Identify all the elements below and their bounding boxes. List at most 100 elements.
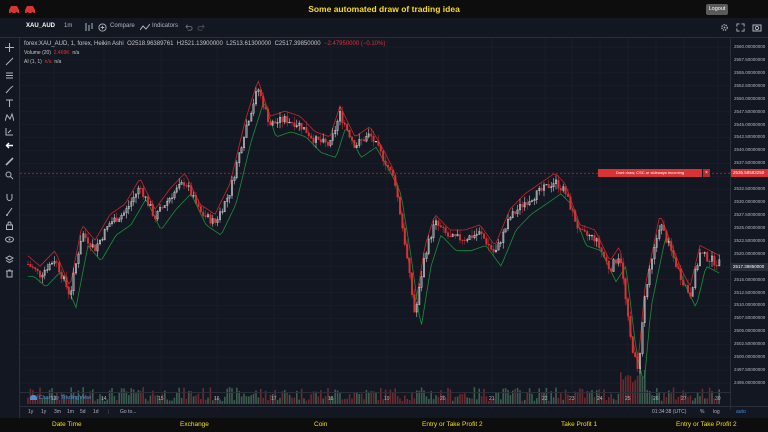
camera-icon[interactable] (752, 23, 762, 32)
bear-candle (634, 352, 637, 358)
bear-candle (603, 251, 606, 258)
range-button[interactable]: 1y (28, 409, 33, 415)
range-button[interactable]: 3m (54, 409, 61, 415)
stay-drawing-icon[interactable] (5, 207, 14, 216)
bear-candle (363, 139, 366, 142)
prediction-icon[interactable] (5, 127, 14, 136)
bear-candle (55, 261, 58, 263)
indicators-icon[interactable] (140, 23, 150, 32)
symbol-button[interactable]: XAU_AUD (26, 23, 55, 29)
price-axis[interactable]: 2560.00000000 2557.50000000 2555.00000000 2… (730, 38, 768, 410)
lock-icon[interactable] (5, 221, 14, 230)
brush-icon[interactable] (5, 85, 14, 94)
range-button[interactable]: 1d (93, 409, 99, 415)
compare-button[interactable]: Compare (110, 23, 135, 29)
text-icon[interactable] (5, 99, 14, 108)
series-title[interactable]: forex:XAU_AUD, 1, forex, Heikin Ashi (24, 41, 124, 47)
chart-legend: forex:XAU_AUD, 1, forex, Heikin Ashi O25… (24, 40, 385, 67)
range-button[interactable]: 1y (41, 409, 46, 415)
pattern-icon[interactable] (5, 113, 14, 122)
bear-candle (605, 256, 608, 262)
bear-candle (576, 221, 579, 229)
chart-style-icon[interactable] (84, 22, 94, 32)
volume-study-value: 2.469K (53, 50, 70, 56)
bear-candle (665, 230, 668, 243)
fib-icon[interactable] (5, 71, 14, 80)
bear-candle (327, 142, 330, 146)
bear-candle (264, 107, 267, 110)
bear-candle (442, 226, 445, 228)
settings-icon[interactable] (720, 23, 729, 32)
bear-candle (408, 257, 411, 274)
bear-candle (406, 244, 409, 259)
trash-icon[interactable] (5, 269, 14, 278)
trend-line-icon[interactable] (5, 57, 14, 66)
magnet-icon[interactable] (5, 193, 14, 202)
bear-candle (115, 217, 118, 222)
bear-candle (670, 241, 673, 251)
goto-date-button[interactable]: Go to... (120, 409, 136, 415)
time-tick-label: 17 (271, 396, 277, 402)
bear-candle (619, 258, 622, 264)
layers-icon[interactable] (5, 255, 14, 264)
indicators-button[interactable]: Indicators (152, 23, 178, 29)
bear-candle (312, 137, 315, 143)
bear-candle (389, 166, 392, 171)
bear-candle (151, 204, 154, 216)
compare-icon[interactable] (98, 23, 107, 32)
ai-study-label[interactable]: AI (1, 1) (24, 59, 42, 65)
bear-candle (706, 252, 709, 262)
bear-candle (610, 268, 613, 272)
bear-candle (360, 139, 363, 141)
bear-candle (586, 231, 589, 236)
price-tick-label: 2542.50000000 (734, 134, 766, 140)
price-tick-label: 2515.00000000 (734, 276, 766, 282)
time-tick-label: 15 (158, 396, 164, 402)
bear-candle (84, 233, 87, 238)
back-arrow-icon[interactable] (5, 141, 14, 150)
range-button[interactable]: 5d (80, 409, 86, 415)
fullscreen-icon[interactable] (736, 23, 745, 32)
time-tick-label: 20 (440, 396, 446, 402)
ruler-icon[interactable] (5, 157, 14, 166)
bear-candle (454, 234, 457, 237)
utc-clock[interactable]: 01:34:38 (UTC) (652, 409, 686, 415)
bear-candle (58, 262, 61, 273)
bear-candle (598, 238, 601, 248)
bear-candle (324, 138, 327, 143)
price-tick-label: 2532.50000000 (734, 186, 766, 192)
interval-button[interactable]: 1m (64, 23, 72, 29)
eye-icon[interactable] (5, 235, 14, 244)
time-axis[interactable]: 13 14 15 16 17 18 19 20 21 22 23 24 25 26 27 30 (20, 392, 730, 407)
price-tick-label: 2497.50000000 (734, 367, 766, 373)
logout-button[interactable]: Logout (706, 4, 728, 15)
log-toggle[interactable]: log (713, 409, 720, 415)
bear-candle (274, 121, 277, 124)
zoom-icon[interactable] (5, 171, 14, 180)
bear-candle (65, 276, 68, 288)
undo-icon[interactable] (184, 23, 193, 32)
bear-candle (139, 187, 142, 189)
price-tick-label: 2522.50000000 (734, 237, 766, 243)
bear-candle (286, 116, 289, 124)
percent-toggle[interactable]: % (700, 409, 704, 415)
range-button[interactable]: 1m (67, 409, 74, 415)
price-tick-label: 2505.00000000 (734, 328, 766, 334)
bear-candle (677, 266, 680, 269)
bear-candle (689, 292, 692, 297)
price-tick-label: 2560.00000000 (734, 44, 766, 49)
redo-icon[interactable] (197, 23, 206, 32)
crosshair-icon[interactable] (5, 43, 14, 52)
footer-bar: Date Time Exchange Coin Entry or Take Pr… (0, 418, 768, 432)
chart-grid (20, 38, 730, 410)
alert-close-button[interactable]: × (703, 169, 710, 178)
bear-candle (39, 270, 42, 278)
volume-study-label[interactable]: Volume (20) (24, 50, 51, 56)
bear-candle (182, 182, 185, 186)
time-tick-label: 21 (489, 396, 495, 402)
volume-study-na: n/a (72, 50, 80, 56)
price-chart[interactable] (20, 38, 730, 410)
auto-toggle[interactable]: auto (736, 409, 746, 415)
bear-candle (715, 264, 718, 267)
bear-candle (266, 108, 269, 122)
